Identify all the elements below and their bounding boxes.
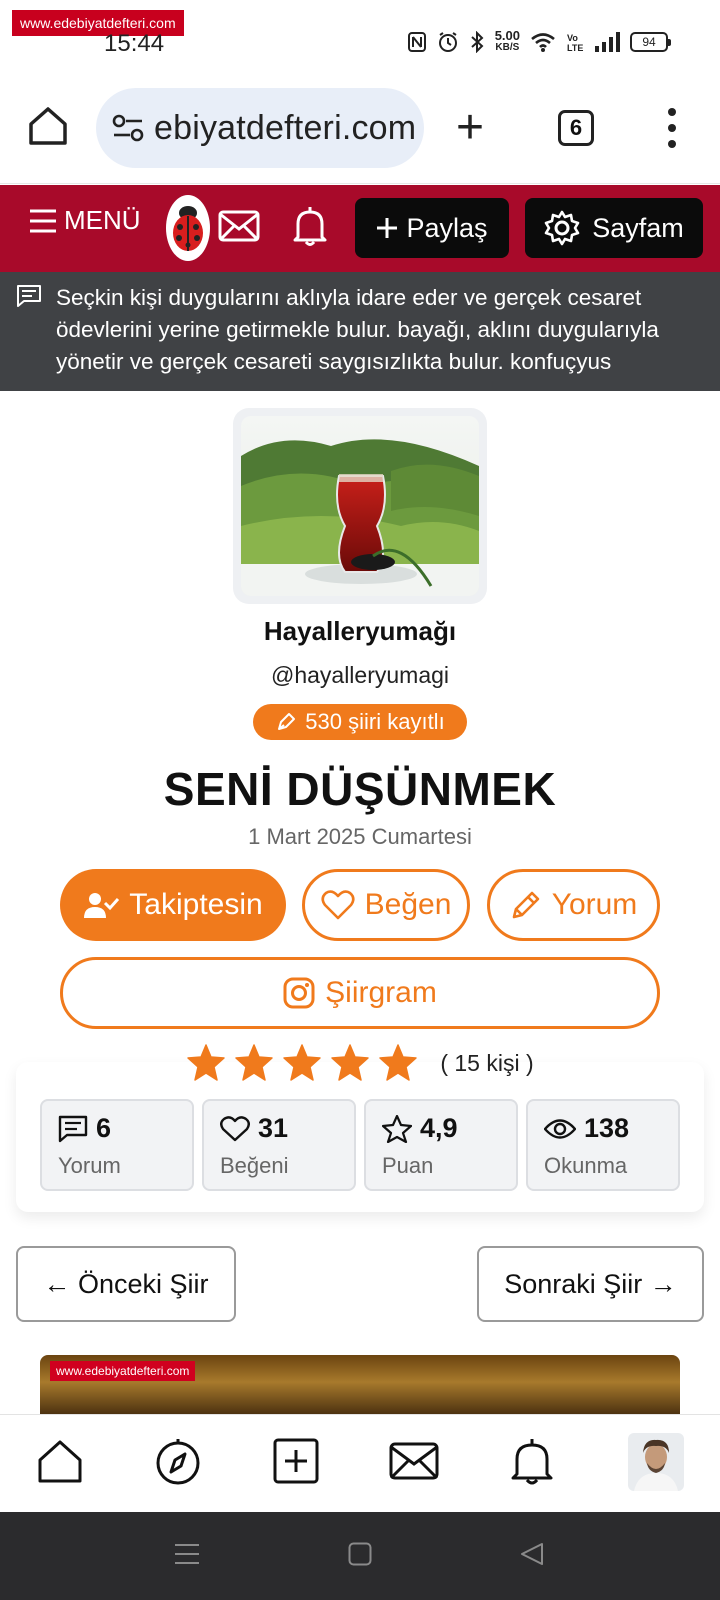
status-bar: www.edebiyatdefteri.com 15:44 5.00 KB/S V… (0, 0, 720, 80)
nav-explore[interactable] (152, 1435, 204, 1487)
siirgram-button[interactable]: Şiirgram (60, 957, 660, 1029)
battery-indicator: 94 (630, 32, 671, 52)
status-icons: 5.00 KB/S Vo LTE 94 (407, 28, 671, 54)
like-button[interactable]: Beğen (302, 869, 470, 941)
nav-home[interactable] (34, 1435, 86, 1487)
clock: 15:44 (104, 30, 165, 57)
more-options-icon[interactable] (660, 108, 684, 148)
svg-text:Vo: Vo (567, 33, 578, 43)
image-watermark: www.edebiyatdefteri.com (50, 1361, 196, 1381)
volte-icon: VoLTE (567, 33, 583, 53)
rating-count: ( 15 kişi ) (440, 1049, 534, 1076)
bottom-navigation (0, 1414, 720, 1512)
follow-button[interactable]: Takiptesin (60, 869, 286, 941)
home-icon[interactable] (26, 104, 70, 148)
quote-text: Seçkin kişi duygularını aklıyla idare ed… (56, 285, 659, 374)
wifi-icon (531, 33, 555, 52)
nav-add[interactable] (270, 1435, 322, 1487)
author-avatar[interactable] (233, 408, 487, 604)
poem-image[interactable]: www.edebiyatdefteri.com (40, 1355, 680, 1415)
stat-reads[interactable]: 138 Okunma (526, 1099, 680, 1191)
poem-title: SENİ DÜŞÜNMEK (163, 763, 557, 815)
ladybug-logo[interactable] (166, 195, 210, 261)
plus-icon (377, 218, 398, 238)
heart-icon (321, 890, 355, 920)
heart-icon (220, 1115, 250, 1141)
tab-switcher-button[interactable]: 6 (558, 110, 594, 146)
menu-button[interactable]: MENÜ (28, 205, 141, 236)
home-icon (38, 1440, 82, 1483)
compass-icon (156, 1439, 200, 1485)
svg-text:LTE: LTE (567, 43, 583, 53)
mail-icon (389, 1442, 439, 1480)
stat-score[interactable]: 4,9 Puan (364, 1099, 518, 1191)
system-navigation-bar (0, 1512, 720, 1600)
star-icon[interactable] (378, 1044, 418, 1082)
user-check-icon (84, 893, 120, 918)
add-square-icon (273, 1438, 319, 1484)
signal-icon (595, 32, 620, 52)
star-icon (382, 1114, 412, 1143)
comment-icon (58, 1115, 88, 1142)
star-icon[interactable] (282, 1044, 322, 1082)
eye-icon (544, 1118, 576, 1139)
quote-banner[interactable]: Seçkin kişi duygularını aklıyla idare ed… (0, 272, 720, 391)
nfc-icon (407, 32, 426, 52)
message-icon (17, 285, 41, 307)
browser-toolbar: ebiyatdefteri.com + 6 (0, 80, 720, 184)
star-icon[interactable] (186, 1044, 226, 1082)
bluetooth-icon (471, 31, 484, 53)
recent-apps-icon[interactable] (174, 1542, 200, 1566)
pencil-icon (512, 891, 539, 919)
star-icon[interactable] (330, 1044, 370, 1082)
nav-notifications[interactable] (506, 1435, 558, 1487)
pen-icon (278, 713, 296, 730)
nav-messages[interactable] (388, 1435, 440, 1487)
gear-icon (544, 210, 580, 246)
hamburger-icon (30, 209, 56, 232)
url-text[interactable]: ebiyatdefteri.com (154, 109, 416, 148)
next-poem-button[interactable]: Sonraki Şiir → (477, 1246, 704, 1322)
back-icon[interactable] (520, 1542, 544, 1566)
my-page-button[interactable]: Sayfam (525, 198, 703, 258)
alarm-icon (438, 32, 457, 52)
network-speed: 5.00 KB/S (494, 28, 520, 53)
star-icon[interactable] (234, 1044, 274, 1082)
site-header: MENÜ Paylaş Sayfam (0, 185, 720, 272)
stat-comments[interactable]: 6 Yorum (40, 1099, 194, 1191)
stat-likes[interactable]: 31 Beğeni (202, 1099, 356, 1191)
new-tab-button[interactable]: + (456, 104, 484, 152)
nav-profile-avatar[interactable] (628, 1433, 684, 1491)
bell-icon[interactable] (292, 205, 328, 247)
author-name[interactable]: Hayalleryumağı (0, 616, 720, 647)
previous-poem-button[interactable]: ← Önceki Şiir (16, 1246, 236, 1322)
poem-date: 1 Mart 2025 Cumartesi (248, 824, 472, 849)
comment-button[interactable]: Yorum (487, 869, 660, 941)
home-button-icon[interactable] (348, 1542, 372, 1566)
star-rating[interactable]: ( 15 kişi ) (0, 1044, 720, 1082)
menu-label: MENÜ (64, 205, 141, 235)
author-handle[interactable]: @hayalleryumagi (0, 662, 720, 689)
instagram-icon (283, 977, 315, 1009)
bell-icon (511, 1439, 553, 1485)
mail-icon[interactable] (218, 209, 260, 243)
share-button[interactable]: Paylaş (355, 198, 509, 258)
poem-count-badge[interactable]: 530 şiiri kayıtlı (253, 704, 467, 740)
address-bar[interactable]: ebiyatdefteri.com (96, 88, 424, 168)
site-settings-icon[interactable] (112, 114, 144, 142)
